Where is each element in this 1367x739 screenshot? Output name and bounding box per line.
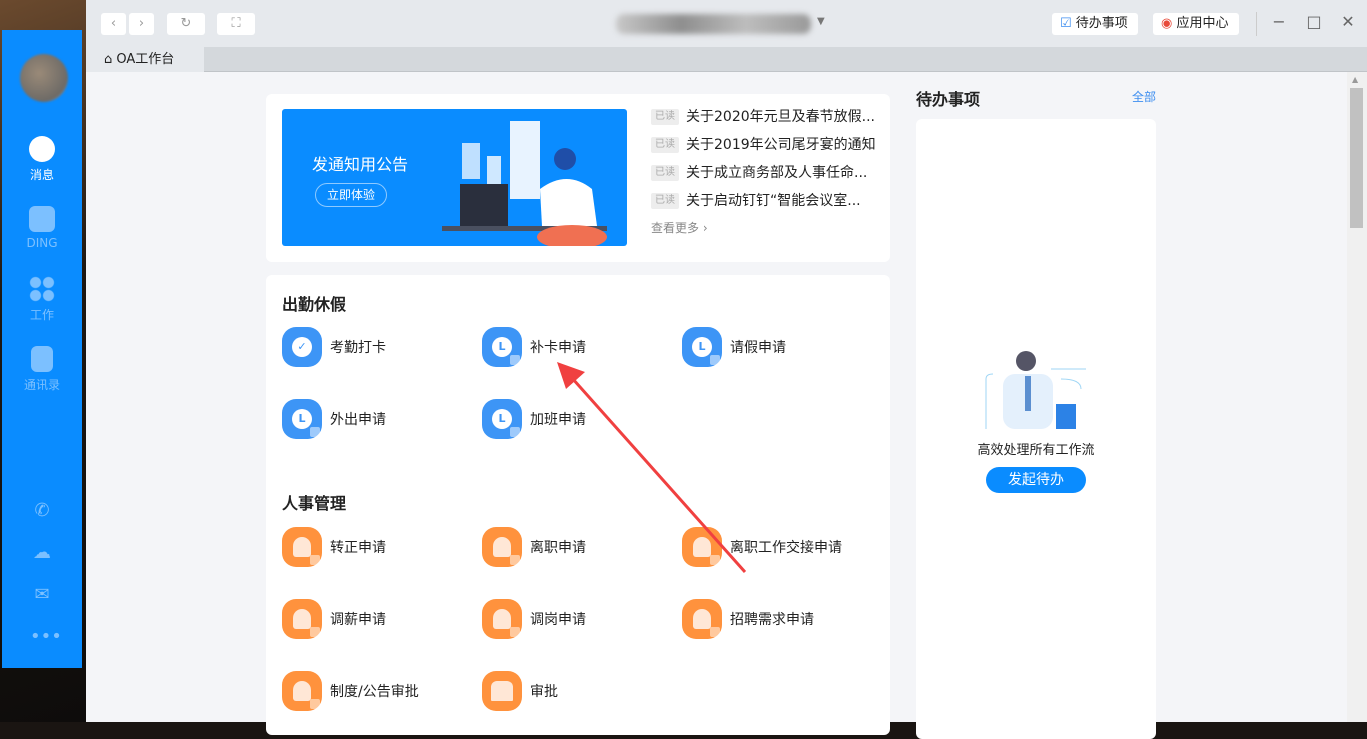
nav-contacts[interactable]: 通讯录 — [2, 346, 82, 393]
app-recruitment[interactable]: 招聘需求申请 — [682, 599, 814, 639]
divider — [1256, 12, 1257, 36]
start-todo-button[interactable]: 发起待办 — [986, 467, 1086, 493]
contacts-icon — [31, 346, 53, 372]
news-item[interactable]: 已读关于启动钉钉“智能会议室... — [651, 190, 861, 212]
try-now-button[interactable]: 立即体验 — [315, 183, 387, 207]
close-button[interactable]: ✕ — [1338, 12, 1358, 31]
todo-card: 高效处理所有工作流 发起待办 — [916, 119, 1156, 739]
clock-icon: L — [282, 399, 322, 439]
main-window: ‹ › ↻ ⛶ ▼ ☑ 待办事项 ◉ 应用中心 − □ ✕ ⌂ OA工作台 发通… — [86, 0, 1367, 722]
clock-icon: L — [682, 327, 722, 367]
todo-all-link[interactable]: 全部 — [1132, 88, 1156, 105]
tab-oa-workbench[interactable]: ⌂ OA工作台 — [86, 47, 204, 72]
home-icon: ⌂ — [104, 52, 112, 67]
app-handover[interactable]: 离职工作交接申请 — [682, 527, 842, 567]
maximize-button[interactable]: □ — [1304, 12, 1324, 31]
fullscreen-button[interactable]: ⛶ — [217, 13, 255, 35]
nav-ding[interactable]: DING — [2, 206, 82, 250]
tab-bar: ⌂ OA工作台 — [86, 47, 1367, 72]
news-item[interactable]: 已读关于2020年元旦及春节放假... — [651, 106, 875, 128]
stamp-icon — [482, 671, 522, 711]
location-check-icon: ✓ — [282, 327, 322, 367]
announcement-card: 发通知用公告 立即体验 已读关于2020年元旦及春节放假... 已读关于2019… — [266, 94, 890, 262]
person-icon — [482, 599, 522, 639]
apps-card: 出勤休假 ✓考勤打卡 L补卡申请 L请假申请 L外出申请 L加班申请 人事管理 … — [266, 275, 890, 735]
see-more-link[interactable]: 查看更多 › — [651, 219, 708, 236]
back-button[interactable]: ‹ — [101, 13, 126, 35]
chat-icon — [29, 136, 55, 162]
avatar[interactable] — [20, 54, 68, 102]
todo-title: 待办事项 — [916, 86, 980, 110]
phone-icon[interactable]: ✆ — [30, 500, 54, 522]
chevron-right-icon: › — [703, 221, 708, 235]
nav-work[interactable]: 工作 — [2, 276, 82, 323]
empty-illustration — [981, 349, 1091, 434]
app-regularization[interactable]: 转正申请 — [282, 527, 386, 567]
clock-icon: L — [482, 327, 522, 367]
app-clock-in[interactable]: ✓考勤打卡 — [282, 327, 386, 367]
scrollbar-thumb[interactable] — [1350, 88, 1363, 228]
forward-button[interactable]: › — [129, 13, 154, 35]
person-icon — [282, 527, 322, 567]
section-title-attendance: 出勤休假 — [282, 291, 346, 315]
refresh-button[interactable]: ↻ — [167, 13, 205, 35]
app-leave[interactable]: L请假申请 — [682, 327, 786, 367]
todo-icon: ☑ — [1060, 16, 1072, 31]
banner-illustration — [422, 119, 627, 246]
app-center-button[interactable]: ◉ 应用中心 — [1153, 13, 1239, 35]
cloud-icon[interactable]: ☁ — [30, 542, 54, 564]
app-policy-approval[interactable]: 制度/公告审批 — [282, 671, 419, 711]
news-item[interactable]: 已读关于成立商务部及人事任命... — [651, 162, 867, 184]
person-icon — [282, 671, 322, 711]
person-icon — [682, 527, 722, 567]
app-approval[interactable]: 审批 — [482, 671, 558, 711]
app-transfer[interactable]: 调岗申请 — [482, 599, 586, 639]
nav-messages[interactable]: 消息 — [2, 136, 82, 183]
chevron-down-icon[interactable]: ▼ — [817, 16, 825, 27]
sidebar: 消息 DING 工作 通讯录 ✆ ☁ ✉ ••• — [2, 30, 82, 668]
app-card-reissue[interactable]: L补卡申请 — [482, 327, 586, 367]
org-name-blurred[interactable] — [616, 14, 811, 34]
mail-icon[interactable]: ✉ — [30, 584, 54, 606]
section-title-hr: 人事管理 — [282, 490, 346, 514]
scroll-up-icon[interactable]: ▲ — [1352, 75, 1358, 84]
app-center-icon: ◉ — [1161, 16, 1172, 31]
grid-icon — [29, 276, 55, 302]
announcement-banner[interactable]: 发通知用公告 立即体验 — [282, 109, 627, 246]
person-icon — [282, 599, 322, 639]
more-icon[interactable]: ••• — [30, 626, 54, 648]
empty-state-text: 高效处理所有工作流 — [916, 439, 1156, 458]
app-salary-adjust[interactable]: 调薪申请 — [282, 599, 386, 639]
app-resignation[interactable]: 离职申请 — [482, 527, 586, 567]
scrollbar[interactable]: ▲ — [1347, 72, 1367, 722]
person-icon — [682, 599, 722, 639]
todo-button[interactable]: ☑ 待办事项 — [1052, 13, 1138, 35]
app-outing[interactable]: L外出申请 — [282, 399, 386, 439]
minimize-button[interactable]: − — [1269, 12, 1289, 31]
person-icon — [482, 527, 522, 567]
clock-icon: L — [482, 399, 522, 439]
title-bar: ‹ › ↻ ⛶ ▼ ☑ 待办事项 ◉ 应用中心 − □ ✕ — [86, 0, 1367, 47]
ding-icon — [29, 206, 55, 232]
app-overtime[interactable]: L加班申请 — [482, 399, 586, 439]
news-item[interactable]: 已读关于2019年公司尾牙宴的通知 — [651, 134, 876, 156]
